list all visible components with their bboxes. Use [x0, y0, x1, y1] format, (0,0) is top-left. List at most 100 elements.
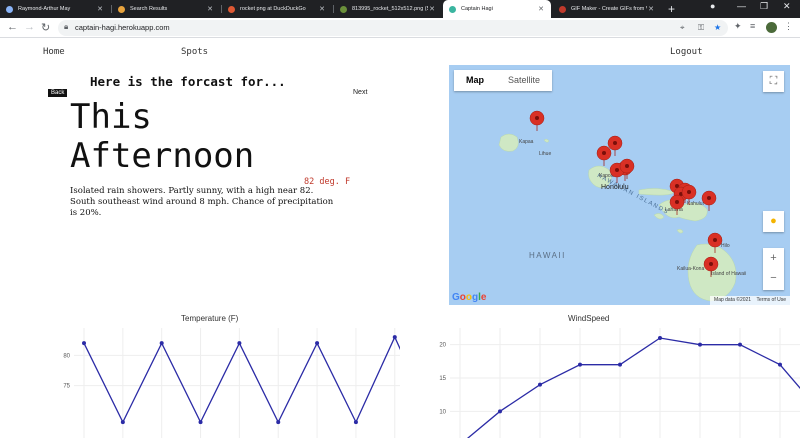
- map-place-label: Honolulu: [601, 184, 629, 191]
- close-tab-icon[interactable]: ✕: [318, 5, 326, 13]
- page-content: Home Spots Logout Here is the forcast fo…: [0, 38, 800, 438]
- molokai-island: [638, 188, 675, 196]
- close-tab-icon[interactable]: ✕: [206, 5, 214, 13]
- data-point[interactable]: [658, 336, 662, 340]
- tab-favicon-icon: [449, 5, 456, 13]
- tab-search-icon[interactable]: ●: [710, 1, 715, 11]
- tab-label: GIF Maker - Create GIFs from Video: [571, 6, 647, 12]
- data-point[interactable]: [392, 335, 397, 340]
- map-place-label: Lihue: [539, 151, 551, 157]
- data-point[interactable]: [315, 341, 320, 346]
- nav-spots-link[interactable]: Spots: [181, 47, 208, 57]
- zoom-control[interactable]: + −: [763, 248, 784, 290]
- nav-home-link[interactable]: Home: [43, 47, 65, 57]
- data-point[interactable]: [578, 362, 582, 367]
- temperature-chart-title: Temperature (F): [181, 314, 239, 323]
- data-point[interactable]: [276, 420, 281, 425]
- data-point[interactable]: [159, 341, 164, 346]
- tab-favicon-icon: [6, 5, 13, 13]
- map-place-label: Island of Hawaii: [711, 271, 746, 277]
- browser-tab[interactable]: Raymond-Arthur May ✕: [0, 0, 110, 18]
- zoom-out-icon[interactable]: −: [763, 268, 784, 288]
- profile-avatar[interactable]: [766, 22, 777, 33]
- tab-favicon-icon: [340, 5, 347, 13]
- data-point[interactable]: [198, 420, 203, 425]
- y-tick-label: 15: [439, 376, 446, 382]
- forward-arrow-icon[interactable]: →: [24, 21, 35, 33]
- close-window-icon[interactable]: ✕: [783, 1, 791, 12]
- browser-tab[interactable]: Search Results ✕: [112, 0, 220, 18]
- reload-icon[interactable]: ↻: [41, 21, 50, 34]
- tab-label: rocket png at DuckDuckGo: [240, 6, 306, 12]
- extensions-icon[interactable]: ✦: [734, 21, 742, 32]
- new-tab-icon[interactable]: +: [668, 2, 675, 16]
- pegman-icon[interactable]: ●: [763, 211, 784, 232]
- series-line: [466, 337, 800, 438]
- map-marker-pin[interactable]: [529, 110, 545, 131]
- address-bar[interactable]: 🔒︎ captain-hagi.herokuapp.com ⌖ ⚿ ★: [58, 20, 728, 36]
- map-widget[interactable]: HAWAIIAN ISLANDS HAWAII Kapaa Lihue Kapo…: [449, 65, 790, 305]
- browser-toolbar: ← → ↻ 🔒︎ captain-hagi.herokuapp.com ⌖ ⚿ …: [0, 18, 800, 38]
- tab-favicon-icon: [559, 5, 566, 13]
- zoom-in-icon[interactable]: +: [763, 248, 784, 268]
- back-arrow-icon[interactable]: ←: [7, 21, 18, 33]
- map-terms-link[interactable]: Terms of Use: [757, 297, 786, 303]
- maximize-icon[interactable]: ❐: [760, 1, 768, 12]
- map-type-map-button[interactable]: Map: [454, 70, 496, 91]
- close-tab-icon[interactable]: ✕: [428, 5, 436, 13]
- tab-label: Search Results: [130, 6, 168, 12]
- fullscreen-icon[interactable]: ⛶: [763, 71, 784, 92]
- kauai-island: [498, 133, 519, 152]
- browser-tab[interactable]: rocket png at DuckDuckGo ✕: [222, 0, 332, 18]
- data-point[interactable]: [738, 342, 742, 347]
- media-icon[interactable]: ≡: [750, 21, 755, 31]
- url-text: captain-hagi.herokuapp.com: [75, 23, 170, 32]
- menu-kebab-icon[interactable]: ⋮: [784, 21, 793, 32]
- map-canvas[interactable]: HAWAIIAN ISLANDS HAWAII Kapaa Lihue Kapo…: [449, 65, 790, 305]
- close-tab-icon[interactable]: ✕: [96, 5, 104, 13]
- browser-tab[interactable]: 813995_rocket_512x512.png (512× ✕: [334, 0, 442, 18]
- map-marker-pin[interactable]: [619, 158, 635, 179]
- minimize-icon[interactable]: —: [737, 1, 746, 11]
- nav-logout-link[interactable]: Logout: [670, 47, 703, 57]
- data-point[interactable]: [538, 382, 542, 387]
- map-type-satellite-button[interactable]: Satellite: [496, 70, 552, 91]
- windspeed-chart: 10 15 20: [439, 328, 800, 438]
- star-icon[interactable]: ★: [714, 23, 721, 32]
- browser-tab[interactable]: GIF Maker - Create GIFs from Video ✕: [553, 0, 661, 18]
- close-tab-icon[interactable]: ✕: [537, 5, 545, 13]
- map-marker-pin[interactable]: [596, 145, 612, 166]
- location-icon[interactable]: ⌖: [680, 23, 685, 33]
- back-button[interactable]: Back: [48, 89, 68, 97]
- map-place-label: Kapaa: [519, 139, 534, 145]
- map-data-credit: Map data ©2021: [714, 297, 752, 303]
- tab-favicon-icon: [118, 5, 125, 13]
- tab-favicon-icon: [228, 5, 235, 13]
- close-tab-icon[interactable]: ✕: [647, 5, 655, 13]
- data-point[interactable]: [778, 362, 782, 367]
- data-point[interactable]: [698, 342, 702, 347]
- browser-tab-active[interactable]: Captain Hagi ✕: [443, 0, 551, 18]
- data-point[interactable]: [353, 420, 358, 425]
- windspeed-chart-title: WindSpeed: [568, 314, 610, 323]
- key-icon[interactable]: ⚿: [698, 23, 704, 33]
- lanai-island: [653, 213, 665, 220]
- map-label-state: HAWAII: [529, 251, 566, 260]
- google-logo: Google: [452, 292, 487, 303]
- next-button[interactable]: Next: [353, 89, 367, 96]
- map-type-control[interactable]: Map Satellite: [454, 70, 553, 91]
- map-place-label: Hilo: [721, 243, 730, 249]
- data-point[interactable]: [498, 409, 502, 414]
- data-point[interactable]: [82, 341, 86, 346]
- temperature-chart: 75 80: [63, 328, 400, 438]
- series-line: [83, 335, 400, 424]
- data-point[interactable]: [237, 341, 242, 346]
- y-tick-label: 75: [63, 384, 70, 390]
- tab-label: Raymond-Arthur May: [18, 6, 71, 12]
- lock-icon[interactable]: 🔒︎: [64, 22, 68, 32]
- map-place-label: Kahului: [687, 201, 704, 207]
- data-point[interactable]: [618, 362, 622, 367]
- data-point[interactable]: [120, 420, 125, 425]
- map-place-label: Kailua-Kona: [677, 266, 704, 272]
- y-tick-label: 80: [63, 353, 70, 359]
